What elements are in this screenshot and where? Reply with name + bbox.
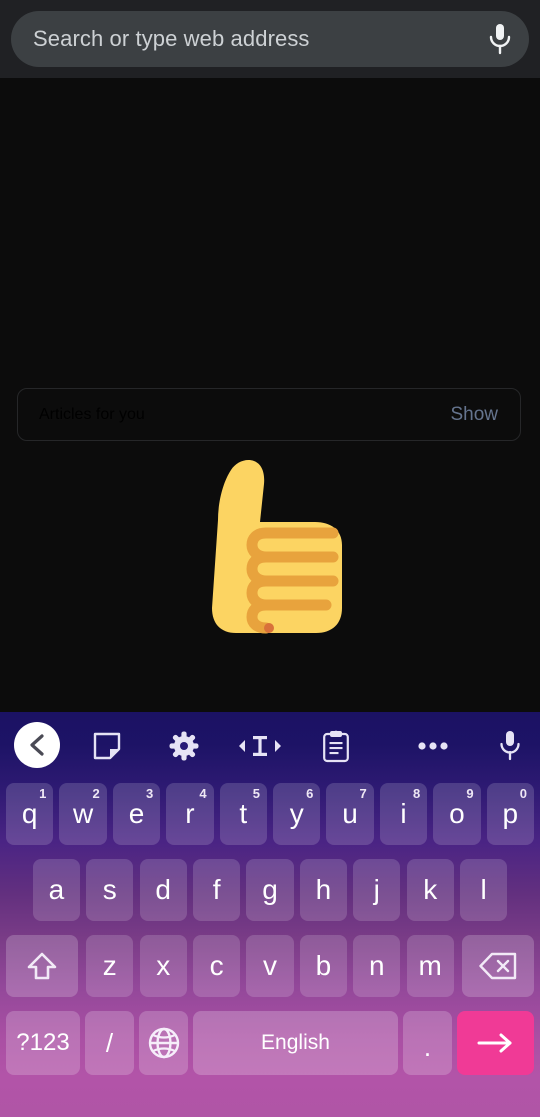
space-key[interactable]: English <box>193 1011 398 1075</box>
key-superscript: 6 <box>306 786 314 801</box>
key-label: o <box>449 798 465 829</box>
backspace-key[interactable] <box>462 935 534 997</box>
key-i[interactable]: i8 <box>379 783 428 845</box>
key-label: e <box>128 798 145 829</box>
key-superscript: 5 <box>252 786 260 801</box>
key-superscript: 4 <box>199 786 207 801</box>
key-label: q <box>21 798 38 829</box>
back-button[interactable] <box>14 722 60 768</box>
key-label: m <box>418 950 442 981</box>
key-f[interactable]: f <box>192 859 241 921</box>
key-label: z <box>102 950 117 981</box>
key-superscript: 9 <box>466 786 474 801</box>
key-b[interactable]: b <box>299 935 348 997</box>
key-label: i <box>400 798 407 829</box>
key-r[interactable]: r4 <box>166 783 214 845</box>
key-e[interactable]: e3 <box>112 783 161 845</box>
gear-icon[interactable] <box>157 712 211 780</box>
keyboard-row-3: zxcvbnm <box>0 935 540 997</box>
search-input[interactable]: Search or type web address <box>11 26 471 52</box>
key-superscript: 8 <box>412 786 421 801</box>
enter-key[interactable] <box>457 1011 534 1075</box>
key-y[interactable]: y6 <box>273 783 321 845</box>
backspace-icon <box>479 952 517 980</box>
arrow-right-icon <box>477 1033 511 1053</box>
keyboard-row-1: q1w2e3r4t5y6u7i8o9p0 <box>0 783 540 845</box>
key-c[interactable]: c <box>192 935 241 997</box>
key-label: k <box>423 874 438 905</box>
key-superscript: 7 <box>359 786 367 801</box>
microphone-icon[interactable] <box>471 11 529 67</box>
key-label: r <box>185 798 195 829</box>
key-label: s <box>102 874 117 905</box>
key-label: x <box>156 950 171 981</box>
key-t[interactable]: t5 <box>219 783 267 845</box>
thumbs-up-emoji <box>0 456 540 646</box>
shift-key[interactable] <box>6 935 78 997</box>
key-label: d <box>155 874 171 905</box>
clipboard-icon[interactable] <box>309 712 363 780</box>
articles-show-link[interactable]: Show <box>450 404 498 426</box>
globe-icon <box>148 1027 179 1059</box>
sticker-button[interactable] <box>80 712 134 780</box>
key-m[interactable]: m <box>406 935 454 997</box>
articles-card-title: Articles for you <box>39 405 145 423</box>
key-label: p <box>502 798 519 829</box>
articles-for-you-card[interactable]: Articles for you Show <box>17 388 521 441</box>
browser-toolbar: Search or type web address <box>0 0 540 78</box>
key-g[interactable]: g <box>246 859 294 921</box>
key-label: w <box>72 798 94 829</box>
key-x[interactable]: x <box>139 935 187 997</box>
page-content: Articles for you Show <box>0 78 540 712</box>
microphone-icon[interactable] <box>483 712 537 780</box>
key-label: j <box>373 874 380 905</box>
key-label: a <box>48 874 65 905</box>
key-u[interactable]: u7 <box>326 783 374 845</box>
key-label: n <box>369 950 385 981</box>
phone-screen: Search or type web address Articles for … <box>0 0 540 1117</box>
key-label: u <box>342 798 358 829</box>
overflow-dots-icon[interactable] <box>406 712 460 780</box>
period-key[interactable]: . <box>403 1011 452 1075</box>
key-label: c <box>209 950 224 981</box>
key-label: f <box>212 874 221 905</box>
key-l[interactable]: l <box>459 859 508 921</box>
slash-key[interactable]: / <box>85 1011 134 1075</box>
key-superscript: 3 <box>145 786 154 801</box>
shift-arrow-icon <box>27 952 57 980</box>
key-superscript: 2 <box>92 786 100 801</box>
keyboard-row-2: asdfghjkl <box>0 859 540 921</box>
key-label: h <box>315 874 332 905</box>
key-label: l <box>480 874 487 905</box>
key-z[interactable]: z <box>86 935 134 997</box>
key-d[interactable]: d <box>139 859 187 921</box>
key-label: g <box>262 874 278 905</box>
key-p[interactable]: p0 <box>486 783 534 845</box>
key-a[interactable]: a <box>32 859 81 921</box>
key-label: t <box>239 798 248 829</box>
key-k[interactable]: k <box>406 859 454 921</box>
key-v[interactable]: v <box>246 935 294 997</box>
keyboard-row-4: ?123 / English . <box>0 1011 540 1075</box>
symbols-key[interactable]: ?123 <box>6 1011 80 1075</box>
key-superscript: 1 <box>39 786 47 801</box>
key-w[interactable]: w2 <box>59 783 107 845</box>
language-key[interactable] <box>139 1011 188 1075</box>
key-label: b <box>315 950 332 981</box>
key-h[interactable]: h <box>299 859 348 921</box>
key-superscript: 0 <box>519 786 527 801</box>
key-label: v <box>262 950 277 981</box>
omnibox[interactable]: Search or type web address <box>11 11 529 67</box>
chevron-left-icon <box>30 734 44 756</box>
key-s[interactable]: s <box>86 859 134 921</box>
virtual-keyboard: q1w2e3r4t5y6u7i8o9p0 asdfghjkl zxcvbnm ?… <box>0 712 540 1117</box>
keyboard-toolbar <box>0 712 540 780</box>
key-o[interactable]: o9 <box>433 783 481 845</box>
key-label: y <box>289 798 304 829</box>
key-n[interactable]: n <box>353 935 401 997</box>
text-cursor-move-icon[interactable] <box>233 712 287 780</box>
key-j[interactable]: j <box>353 859 401 921</box>
key-q[interactable]: q1 <box>6 783 54 845</box>
